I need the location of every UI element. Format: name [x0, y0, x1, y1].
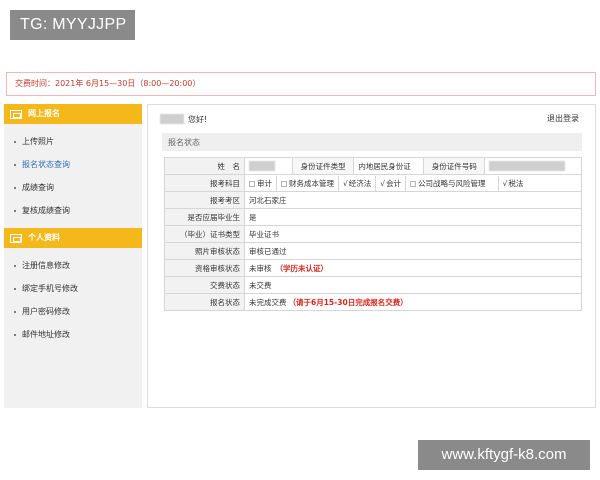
- pay-status-value: 未交费: [244, 276, 582, 294]
- subject-tax-law: √税法: [497, 175, 528, 191]
- monitor-icon: [10, 109, 22, 119]
- online-menu: 上传照片 报名状态查询 成绩查询 复核成绩查询: [4, 124, 142, 228]
- reg-status-note: （请于6月15-30日完成报名交费）: [288, 297, 408, 307]
- table-row: 报考科目 审计 财务成本管理 √经济法 √会计 公司战略与风险管理 √税法: [164, 174, 582, 192]
- exam-time-banner: 交费时间：2021年 6月15—30日（8:00—20:00）: [6, 72, 596, 96]
- id-number-value: [484, 157, 582, 175]
- subject-checkbox: [281, 180, 287, 187]
- qual-status-note: （学历未认证）: [275, 263, 329, 273]
- table-row: 是否应届毕业生 是: [164, 208, 582, 226]
- check-mark-icon: √: [343, 178, 348, 188]
- subject-label: 会计: [386, 178, 402, 188]
- subject-label: 税法: [508, 178, 524, 188]
- subject-audit: 审计: [245, 176, 276, 191]
- region-label: 报考考区: [164, 191, 245, 209]
- sidebar-item-edit-registration[interactable]: 注册信息修改: [4, 254, 142, 277]
- sidebar-item-edit-phone[interactable]: 绑定手机号修改: [4, 277, 142, 300]
- exam-time-text: 交费时间：2021年 6月15—30日（8:00—20:00）: [15, 79, 201, 88]
- section-header: 报名状态: [162, 133, 582, 151]
- sidebar-item-status-query[interactable]: 报名状态查询: [4, 153, 142, 176]
- table-row: 资格审核状态 未审核 （学历未认证）: [164, 259, 582, 277]
- table-row: （毕业）证书类型 毕业证书: [164, 225, 582, 243]
- subject-checkbox: [249, 180, 255, 187]
- tg-label-badge: TG: MYYJJPP: [10, 10, 135, 40]
- name-value: [244, 157, 293, 175]
- qual-status-value: 未审核 （学历未认证）: [244, 259, 582, 277]
- sidebar-item-upload-photo[interactable]: 上传照片: [4, 130, 142, 153]
- photo-status-value: 审核已通过: [244, 242, 582, 260]
- sidebar-header-personal[interactable]: 个人资料: [4, 228, 142, 248]
- logout-link[interactable]: 退出登录: [547, 113, 579, 124]
- subject-label: 经济法: [348, 178, 372, 188]
- sidebar-item-review-query[interactable]: 复核成绩查询: [4, 199, 142, 222]
- qual-status-text: 未审核: [249, 263, 272, 273]
- subjects-label: 报考科目: [164, 174, 245, 192]
- sidebar-item-edit-password[interactable]: 用户密码修改: [4, 300, 142, 323]
- greeting-text: 您好!: [188, 114, 208, 124]
- cert-type-value: 毕业证书: [244, 225, 582, 243]
- cert-type-label: （毕业）证书类型: [164, 225, 245, 243]
- watermark-url: www.kftygf-k8.com: [418, 440, 590, 470]
- fresh-grad-value: 是: [244, 208, 582, 226]
- id-number-label: 身份证件号码: [423, 157, 486, 175]
- subject-strategy: 公司战略与风险管理: [405, 175, 498, 191]
- fresh-grad-label: 是否应届毕业生: [164, 208, 245, 226]
- subject-label: 财务成本管理: [289, 178, 334, 188]
- personal-menu: 注册信息修改 绑定手机号修改 用户密码修改 邮件地址修改: [4, 248, 142, 352]
- subject-accounting: √会计: [375, 175, 405, 191]
- sidebar-header-online[interactable]: 网上报名: [4, 104, 142, 124]
- section-title: 报名状态: [168, 138, 200, 147]
- id-type-value: 内地居民身份证: [353, 157, 425, 175]
- sidebar-item-edit-email[interactable]: 邮件地址修改: [4, 323, 142, 346]
- table-row: 报考考区 河北石家庄: [164, 191, 582, 209]
- subject-label: 审计: [257, 178, 272, 188]
- subject-economic-law: √经济法: [338, 175, 375, 191]
- table-row: 交费状态 未交费: [164, 276, 582, 294]
- reg-status-text: 未完成交费: [249, 297, 287, 307]
- photo-status-label: 照片审核状态: [164, 242, 245, 260]
- sidebar-item-score-query[interactable]: 成绩查询: [4, 176, 142, 199]
- table-row: 照片审核状态 审核已通过: [164, 242, 582, 260]
- reg-status-value: 未完成交费 （请于6月15-30日完成报名交费）: [244, 293, 582, 311]
- redacted-id-number: [489, 161, 566, 171]
- subject-checkbox: [410, 180, 417, 187]
- table-row: 报名状态 未完成交费 （请于6月15-30日完成报名交费）: [164, 293, 582, 311]
- reg-status-label: 报名状态: [164, 293, 245, 311]
- subject-finance-cost: 财务成本管理: [276, 175, 338, 191]
- pay-status-label: 交费状态: [164, 276, 245, 294]
- id-type-label: 身份证件类型: [291, 157, 355, 175]
- redacted-username: [160, 114, 184, 124]
- check-mark-icon: √: [380, 178, 386, 188]
- sidebar-header-personal-label: 个人资料: [28, 233, 60, 242]
- id-card-icon: [10, 233, 22, 243]
- registration-status-table: 姓 名 身份证件类型 内地居民身份证 身份证件号码 报考科目 审计 财务成本管理 √…: [164, 157, 582, 311]
- sidebar-header-online-label: 网上报名: [28, 109, 60, 118]
- redacted-name: [249, 161, 275, 171]
- greeting: 您好!: [160, 113, 207, 125]
- subject-label: 公司战略与风险管理: [418, 178, 486, 188]
- name-label: 姓 名: [164, 157, 245, 175]
- subjects-value: 审计 财务成本管理 √经济法 √会计 公司战略与风险管理 √税法: [244, 174, 582, 192]
- check-mark-icon: √: [502, 178, 508, 188]
- sidebar: 网上报名 上传照片 报名状态查询 成绩查询 复核成绩查询 个人资料 注册信息修改…: [4, 104, 142, 408]
- main-panel: 您好! 退出登录 报名状态 姓 名 身份证件类型 内地居民身份证 身份证件号码 …: [147, 104, 596, 408]
- table-row: 姓 名 身份证件类型 内地居民身份证 身份证件号码: [164, 157, 582, 175]
- region-value: 河北石家庄: [244, 191, 582, 209]
- qual-status-label: 资格审核状态: [164, 259, 245, 277]
